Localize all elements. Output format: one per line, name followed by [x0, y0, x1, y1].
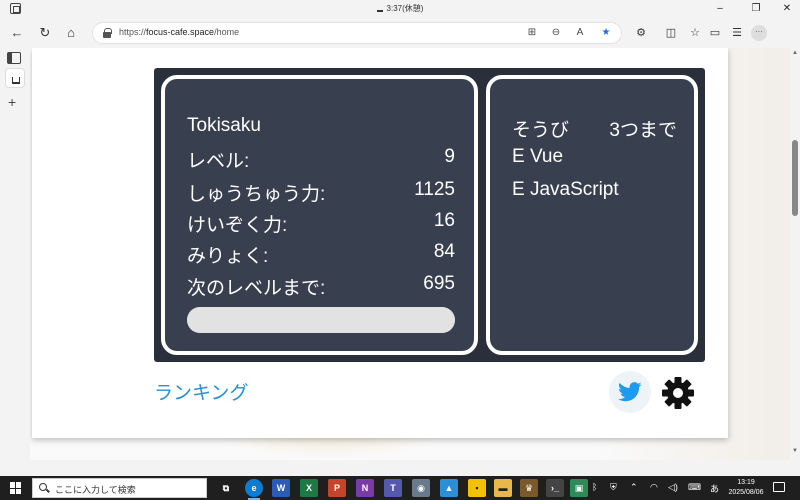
browser-toolbar: ← ↻ ⌂ https://focus-cafe.space/home ⊞ ⊖ … [0, 18, 800, 48]
home-icon[interactable]: ⌂ [62, 24, 80, 42]
clock-time: 13:19 [737, 479, 755, 486]
bluetooth-icon[interactable]: ᛒ [592, 482, 597, 492]
stat-label: レベル: [187, 151, 250, 172]
address-bar[interactable]: https://focus-cafe.space/home ⊞ ⊖ A ★ [92, 22, 622, 44]
stat-value: 84 [433, 241, 455, 262]
lock-icon[interactable] [103, 28, 112, 38]
app-icon[interactable]: ♛ [520, 479, 538, 497]
search-placeholder: ここに入力して検索 [55, 485, 136, 495]
security-icon[interactable]: ▣ [570, 479, 588, 497]
volume-icon[interactable]: ◁) [668, 482, 678, 493]
edge-icon[interactable]: e [245, 479, 263, 500]
twitter-share-button[interactable] [609, 371, 651, 413]
taskbar-search[interactable]: ここに入力して検索 [32, 478, 207, 498]
page-card: Tokisaku レベル: 9 しゅうちゅう力: 1125 けいぞく力: 16 … [32, 48, 728, 438]
photos-icon[interactable]: ▲ [440, 479, 458, 497]
cast-icon[interactable]: ▭ [706, 24, 724, 42]
profile-icon[interactable]: ··· [751, 25, 767, 41]
equipment-header: そうび 3つまで [512, 115, 677, 141]
window-title: 3:37(休憩) [0, 3, 800, 14]
stat-value: 9 [444, 146, 455, 167]
keyboard-icon[interactable]: ⌨ [688, 482, 701, 493]
camera-icon[interactable]: ◉ [412, 479, 430, 497]
equipment-title: そうび [512, 120, 570, 141]
stat-label: 次のレベルまで: [187, 278, 326, 299]
scroll-down-icon[interactable]: ▼ [792, 448, 798, 454]
stat-charm: みりょく: 84 [187, 241, 455, 267]
scrollbar-thumb[interactable] [792, 140, 798, 216]
title-bar: 3:37(休憩) – ❐ ✕ [0, 0, 800, 18]
word-icon[interactable]: W [272, 479, 290, 497]
cafe-icon [376, 6, 383, 12]
split-screen-icon[interactable]: ◫ [662, 24, 680, 42]
tab-focus-cafe[interactable] [5, 68, 25, 88]
progress-fill [187, 307, 455, 333]
ranking-link[interactable]: ランキング [154, 378, 248, 405]
sticky-notes-icon[interactable]: ▪ [468, 479, 486, 497]
stat-concentration: しゅうちゅう力: 1125 [187, 179, 455, 205]
extensions-icon[interactable]: ⚙ [632, 24, 650, 42]
restore-button[interactable]: ❐ [748, 2, 764, 16]
experience-progress-bar [187, 307, 455, 333]
taskbar-clock[interactable]: 13:19 2025/08/06 [722, 478, 770, 498]
notification-icon[interactable] [773, 482, 785, 492]
stat-persistence: けいぞく力: 16 [187, 210, 455, 236]
vertical-tabs-sidebar: + [0, 48, 30, 460]
excel-icon[interactable]: X [300, 479, 318, 497]
stat-next-level: 次のレベルまで: 695 [187, 273, 455, 299]
player-status-panel: Tokisaku レベル: 9 しゅうちゅう力: 1125 けいぞく力: 16 … [161, 75, 478, 355]
stat-label: けいぞく力: [187, 215, 288, 236]
taskbar: ここに入力して検索 ⧉ e W X P N T ◉ ▲ ▪ ▬ ♛ ›_ ▣ ᛒ… [0, 476, 800, 500]
page-viewport: Tokisaku レベル: 9 しゅうちゅう力: 1125 けいぞく力: 16 … [30, 48, 790, 460]
stat-label: しゅうちゅう力: [187, 184, 326, 205]
ime-indicator[interactable]: あ [710, 482, 719, 495]
onenote-icon[interactable]: N [356, 479, 374, 497]
wifi-icon[interactable]: ◠ [650, 482, 658, 493]
equipment-item[interactable]: E Vue [512, 146, 563, 168]
collections-icon[interactable]: ☰ [728, 24, 746, 42]
gear-icon [662, 377, 694, 409]
equipment-item[interactable]: E JavaScript [512, 179, 619, 201]
favorites-icon[interactable]: ☆ [686, 24, 704, 42]
close-button[interactable]: ✕ [779, 2, 795, 16]
tray-overflow-icon[interactable]: ⌃ [630, 482, 638, 493]
favorite-star-icon[interactable]: ★ [599, 27, 613, 38]
scroll-up-icon[interactable]: ▲ [792, 50, 798, 56]
back-icon[interactable]: ← [8, 24, 26, 42]
stat-value: 16 [433, 210, 455, 231]
equipment-panel: そうび 3つまで E Vue E JavaScript [486, 75, 698, 355]
equipment-limit: 3つまで [609, 120, 677, 141]
minimize-button[interactable]: – [712, 2, 728, 16]
stat-level: レベル: 9 [187, 146, 455, 172]
refresh-icon[interactable]: ↻ [36, 24, 54, 42]
file-explorer-icon[interactable]: ▬ [494, 479, 512, 497]
zoom-icon[interactable]: ⊖ [549, 27, 563, 38]
search-icon [39, 483, 47, 491]
twitter-icon [618, 382, 642, 402]
page-scrollbar[interactable]: ▲ ▼ [790, 48, 800, 460]
terminal-icon[interactable]: ›_ [546, 479, 564, 497]
tab-actions-icon[interactable] [7, 52, 21, 64]
clock-date: 2025/08/06 [728, 489, 764, 496]
read-aloud-icon[interactable]: A [573, 27, 587, 38]
app-available-icon[interactable]: ⊞ [525, 27, 539, 38]
settings-button[interactable] [661, 376, 695, 410]
new-tab-icon[interactable]: + [8, 94, 16, 110]
status-window: Tokisaku レベル: 9 しゅうちゅう力: 1125 けいぞく力: 16 … [154, 68, 705, 362]
player-name: Tokisaku [187, 115, 261, 136]
powerpoint-icon[interactable]: P [328, 479, 346, 497]
task-view-icon[interactable]: ⧉ [217, 479, 235, 497]
windows-start-icon[interactable] [10, 482, 22, 494]
stat-value: 1125 [414, 179, 455, 200]
teams-icon[interactable]: T [384, 479, 402, 497]
stat-value: 695 [423, 273, 455, 294]
defender-icon[interactable]: ⛨ [610, 482, 617, 493]
url-text[interactable]: https://focus-cafe.space/home [119, 27, 239, 37]
stat-label: みりょく: [187, 246, 269, 267]
